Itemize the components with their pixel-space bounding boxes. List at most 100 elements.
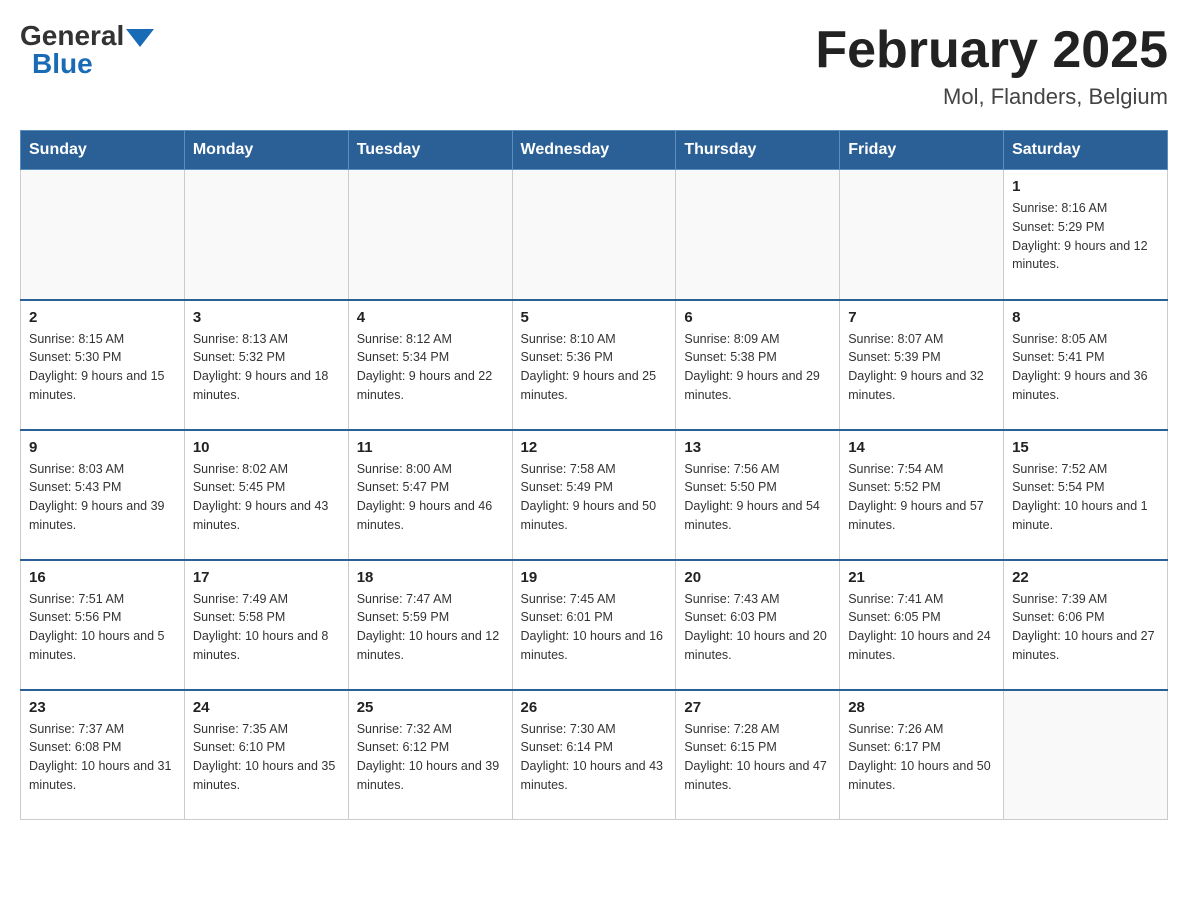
day-info: Sunrise: 7:26 AM Sunset: 6:17 PM Dayligh… xyxy=(848,720,995,795)
day-info: Sunrise: 8:16 AM Sunset: 5:29 PM Dayligh… xyxy=(1012,199,1159,274)
day-info: Sunrise: 7:37 AM Sunset: 6:08 PM Dayligh… xyxy=(29,720,176,795)
calendar-cell xyxy=(676,170,840,300)
day-info: Sunrise: 8:10 AM Sunset: 5:36 PM Dayligh… xyxy=(521,330,668,405)
day-number: 14 xyxy=(848,439,995,456)
calendar-cell xyxy=(21,170,185,300)
calendar-week-row: 9 Sunrise: 8:03 AM Sunset: 5:43 PM Daylig… xyxy=(21,430,1168,560)
calendar-cell: 1 Sunrise: 8:16 AM Sunset: 5:29 PM Daylig… xyxy=(1004,170,1168,300)
day-number: 23 xyxy=(29,699,176,716)
day-info: Sunrise: 8:12 AM Sunset: 5:34 PM Dayligh… xyxy=(357,330,504,405)
day-info: Sunrise: 7:41 AM Sunset: 6:05 PM Dayligh… xyxy=(848,590,995,665)
calendar-cell: 25Sunrise: 7:32 AM Sunset: 6:12 PM Dayli… xyxy=(348,690,512,820)
calendar-week-row: 16 Sunrise: 7:51 AM Sunset: 5:56 PM Dayli… xyxy=(21,560,1168,690)
calendar-table: SundayMondayTuesdayWednesdayThursdayFrid… xyxy=(20,130,1168,820)
calendar-cell: 9 Sunrise: 8:03 AM Sunset: 5:43 PM Daylig… xyxy=(21,430,185,560)
calendar-cell: 22 Sunrise: 7:39 AM Sunset: 6:06 PM Dayli… xyxy=(1004,560,1168,690)
calendar-cell: 4Sunrise: 8:12 AM Sunset: 5:34 PM Daylig… xyxy=(348,300,512,430)
day-number: 2 xyxy=(29,309,176,326)
calendar-cell: 19 Sunrise: 7:45 AM Sunset: 6:01 PM Dayli… xyxy=(512,560,676,690)
day-number: 16 xyxy=(29,569,176,586)
calendar-week-row: 23 Sunrise: 7:37 AM Sunset: 6:08 PM Dayli… xyxy=(21,690,1168,820)
day-info: Sunrise: 8:09 AM Sunset: 5:38 PM Dayligh… xyxy=(684,330,831,405)
day-number: 7 xyxy=(848,309,995,326)
calendar-cell xyxy=(348,170,512,300)
calendar-cell: 17Sunrise: 7:49 AM Sunset: 5:58 PM Dayli… xyxy=(184,560,348,690)
day-info: Sunrise: 7:51 AM Sunset: 5:56 PM Dayligh… xyxy=(29,590,176,665)
calendar-header-thursday: Thursday xyxy=(676,131,840,170)
calendar-cell: 15Sunrise: 7:52 AM Sunset: 5:54 PM Dayli… xyxy=(1004,430,1168,560)
day-info: Sunrise: 7:39 AM Sunset: 6:06 PM Dayligh… xyxy=(1012,590,1159,665)
page-header: General Blue February 2025 Mol, Flanders… xyxy=(20,20,1168,110)
day-number: 6 xyxy=(684,309,831,326)
day-info: Sunrise: 7:58 AM Sunset: 5:49 PM Dayligh… xyxy=(521,460,668,535)
day-info: Sunrise: 7:43 AM Sunset: 6:03 PM Dayligh… xyxy=(684,590,831,665)
calendar-cell: 2 Sunrise: 8:15 AM Sunset: 5:30 PM Daylig… xyxy=(21,300,185,430)
calendar-cell: 10 Sunrise: 8:02 AM Sunset: 5:45 PM Dayli… xyxy=(184,430,348,560)
calendar-header-friday: Friday xyxy=(840,131,1004,170)
day-number: 8 xyxy=(1012,309,1159,326)
day-number: 3 xyxy=(193,309,340,326)
calendar-cell xyxy=(512,170,676,300)
day-info: Sunrise: 7:30 AM Sunset: 6:14 PM Dayligh… xyxy=(521,720,668,795)
day-number: 26 xyxy=(521,699,668,716)
calendar-cell: 24Sunrise: 7:35 AM Sunset: 6:10 PM Dayli… xyxy=(184,690,348,820)
day-number: 25 xyxy=(357,699,504,716)
calendar-header-saturday: Saturday xyxy=(1004,131,1168,170)
logo: General Blue xyxy=(20,20,154,80)
day-number: 13 xyxy=(684,439,831,456)
calendar-cell: 16 Sunrise: 7:51 AM Sunset: 5:56 PM Dayli… xyxy=(21,560,185,690)
day-info: Sunrise: 7:47 AM Sunset: 5:59 PM Dayligh… xyxy=(357,590,504,665)
calendar-cell: 21Sunrise: 7:41 AM Sunset: 6:05 PM Dayli… xyxy=(840,560,1004,690)
day-info: Sunrise: 7:56 AM Sunset: 5:50 PM Dayligh… xyxy=(684,460,831,535)
title-section: February 2025 Mol, Flanders, Belgium xyxy=(815,20,1168,110)
calendar-cell: 3 Sunrise: 8:13 AM Sunset: 5:32 PM Daylig… xyxy=(184,300,348,430)
calendar-cell: 27 Sunrise: 7:28 AM Sunset: 6:15 PM Dayli… xyxy=(676,690,840,820)
day-number: 22 xyxy=(1012,569,1159,586)
day-info: Sunrise: 8:15 AM Sunset: 5:30 PM Dayligh… xyxy=(29,330,176,405)
day-info: Sunrise: 8:00 AM Sunset: 5:47 PM Dayligh… xyxy=(357,460,504,535)
calendar-cell: 26 Sunrise: 7:30 AM Sunset: 6:14 PM Dayli… xyxy=(512,690,676,820)
calendar-cell xyxy=(184,170,348,300)
day-info: Sunrise: 7:45 AM Sunset: 6:01 PM Dayligh… xyxy=(521,590,668,665)
calendar-header-wednesday: Wednesday xyxy=(512,131,676,170)
day-number: 9 xyxy=(29,439,176,456)
day-number: 20 xyxy=(684,569,831,586)
day-info: Sunrise: 7:54 AM Sunset: 5:52 PM Dayligh… xyxy=(848,460,995,535)
day-info: Sunrise: 7:35 AM Sunset: 6:10 PM Dayligh… xyxy=(193,720,340,795)
calendar-cell: 12 Sunrise: 7:58 AM Sunset: 5:49 PM Dayli… xyxy=(512,430,676,560)
day-info: Sunrise: 8:05 AM Sunset: 5:41 PM Dayligh… xyxy=(1012,330,1159,405)
day-number: 5 xyxy=(521,309,668,326)
day-number: 19 xyxy=(521,569,668,586)
calendar-cell: 8 Sunrise: 8:05 AM Sunset: 5:41 PM Daylig… xyxy=(1004,300,1168,430)
calendar-cell: 7Sunrise: 8:07 AM Sunset: 5:39 PM Daylig… xyxy=(840,300,1004,430)
calendar-cell: 14 Sunrise: 7:54 AM Sunset: 5:52 PM Dayli… xyxy=(840,430,1004,560)
day-info: Sunrise: 8:03 AM Sunset: 5:43 PM Dayligh… xyxy=(29,460,176,535)
calendar-cell: 18 Sunrise: 7:47 AM Sunset: 5:59 PM Dayli… xyxy=(348,560,512,690)
day-info: Sunrise: 7:28 AM Sunset: 6:15 PM Dayligh… xyxy=(684,720,831,795)
day-info: Sunrise: 8:13 AM Sunset: 5:32 PM Dayligh… xyxy=(193,330,340,405)
day-number: 11 xyxy=(357,439,504,456)
day-number: 12 xyxy=(521,439,668,456)
location: Mol, Flanders, Belgium xyxy=(815,84,1168,110)
day-number: 10 xyxy=(193,439,340,456)
calendar-cell: 28Sunrise: 7:26 AM Sunset: 6:17 PM Dayli… xyxy=(840,690,1004,820)
logo-blue: Blue xyxy=(32,48,93,80)
calendar-cell: 20 Sunrise: 7:43 AM Sunset: 6:03 PM Dayli… xyxy=(676,560,840,690)
calendar-week-row: 1 Sunrise: 8:16 AM Sunset: 5:29 PM Daylig… xyxy=(21,170,1168,300)
calendar-week-row: 2 Sunrise: 8:15 AM Sunset: 5:30 PM Daylig… xyxy=(21,300,1168,430)
day-info: Sunrise: 7:52 AM Sunset: 5:54 PM Dayligh… xyxy=(1012,460,1159,535)
logo-triangle-icon xyxy=(126,29,154,47)
day-number: 27 xyxy=(684,699,831,716)
calendar-cell xyxy=(1004,690,1168,820)
day-info: Sunrise: 8:02 AM Sunset: 5:45 PM Dayligh… xyxy=(193,460,340,535)
calendar-header-tuesday: Tuesday xyxy=(348,131,512,170)
calendar-cell: 5 Sunrise: 8:10 AM Sunset: 5:36 PM Daylig… xyxy=(512,300,676,430)
calendar-cell: 23 Sunrise: 7:37 AM Sunset: 6:08 PM Dayli… xyxy=(21,690,185,820)
calendar-cell: 13 Sunrise: 7:56 AM Sunset: 5:50 PM Dayli… xyxy=(676,430,840,560)
day-number: 1 xyxy=(1012,178,1159,195)
calendar-cell xyxy=(840,170,1004,300)
day-info: Sunrise: 7:49 AM Sunset: 5:58 PM Dayligh… xyxy=(193,590,340,665)
calendar-cell: 6 Sunrise: 8:09 AM Sunset: 5:38 PM Daylig… xyxy=(676,300,840,430)
calendar-header-monday: Monday xyxy=(184,131,348,170)
day-number: 18 xyxy=(357,569,504,586)
